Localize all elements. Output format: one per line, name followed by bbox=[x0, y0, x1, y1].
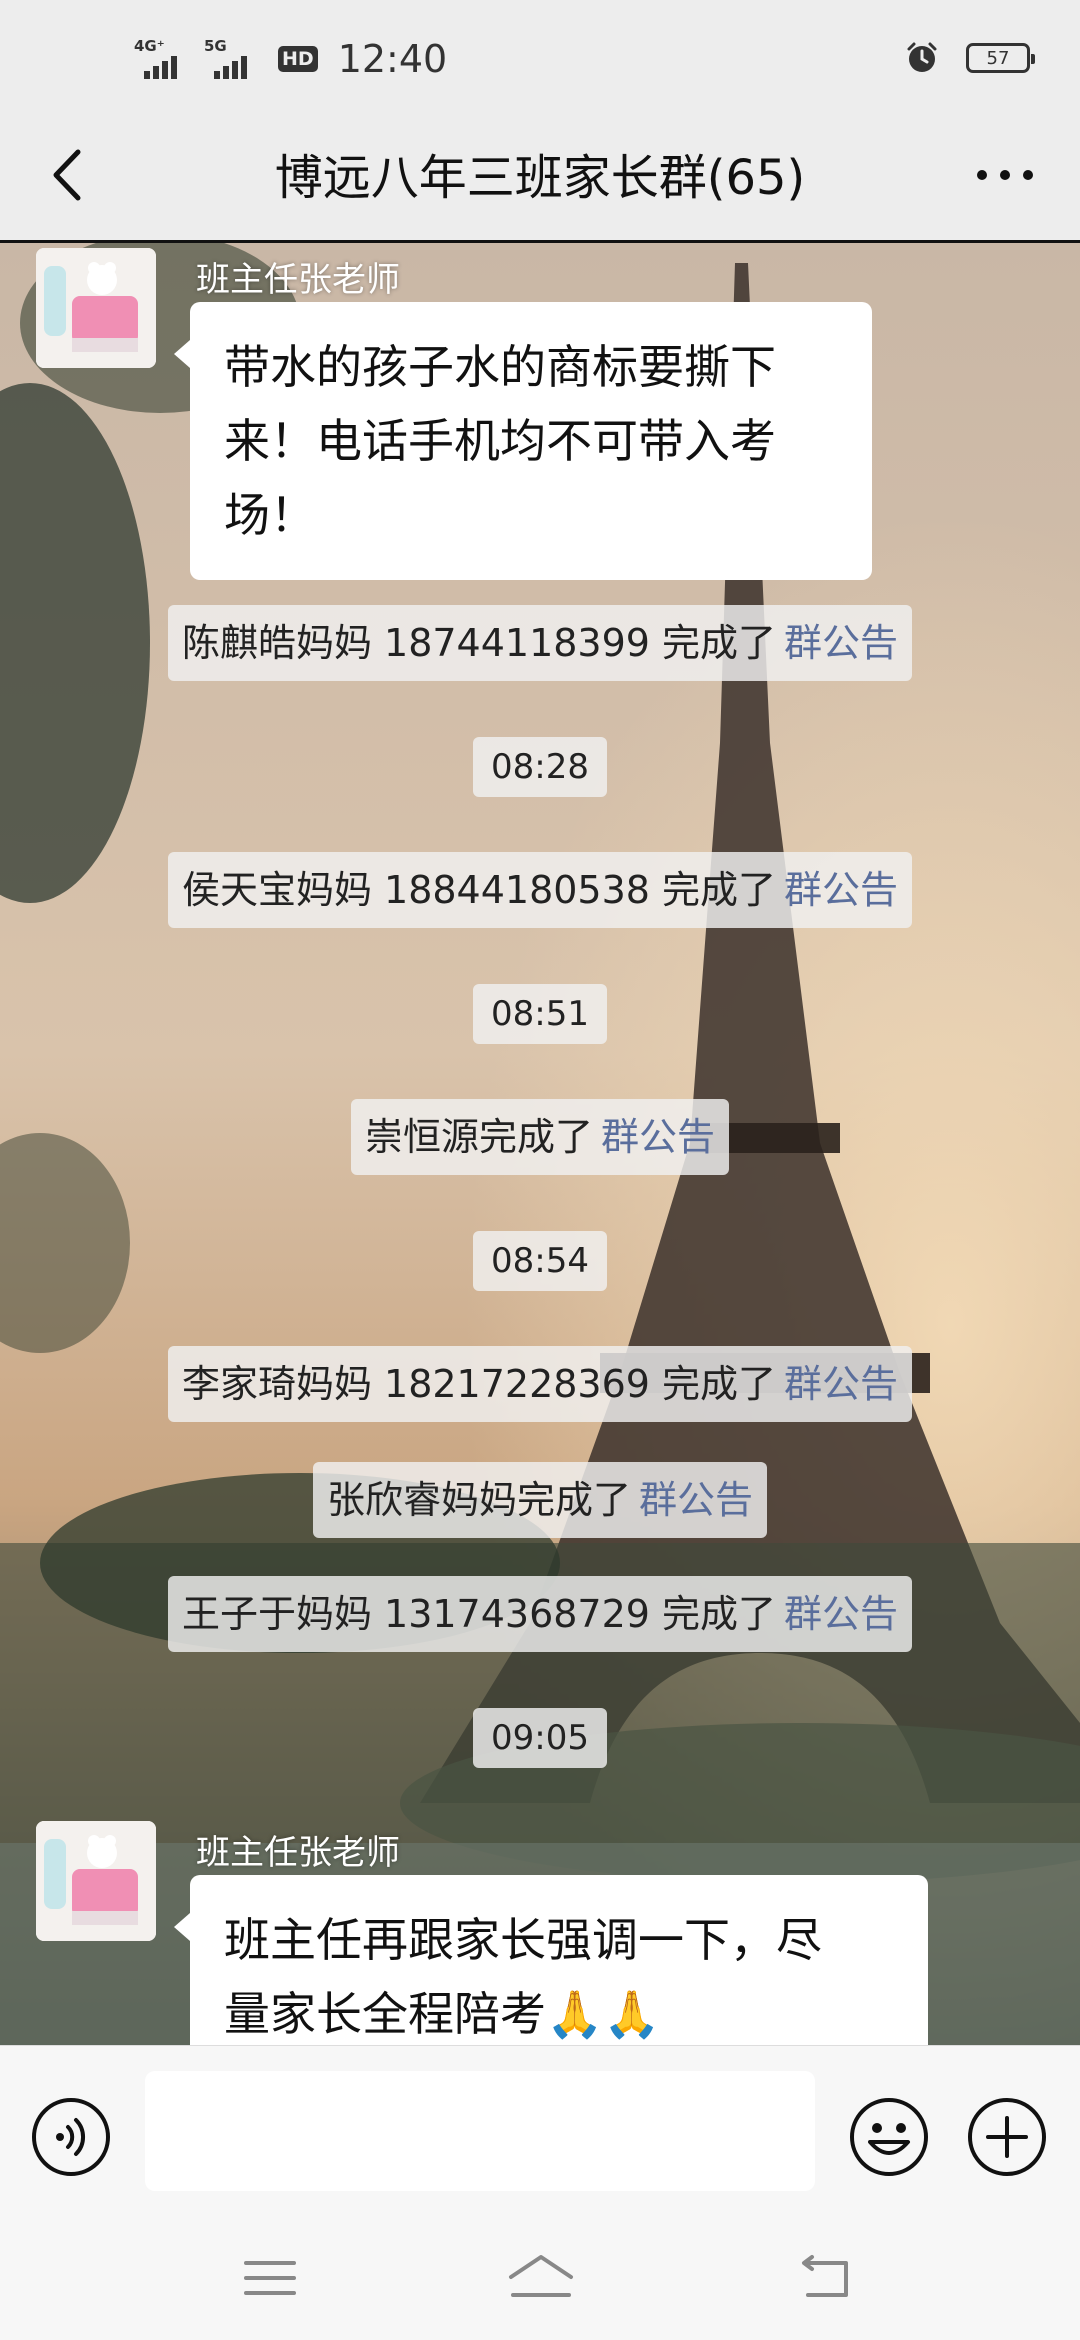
notice-pill: 李家琦妈妈 18217228369 完成了 群公告 bbox=[167, 1346, 913, 1422]
message-line: 来！电话手机均不可带入考 bbox=[224, 414, 776, 468]
notice-pill: 张欣睿妈妈完成了 群公告 bbox=[312, 1462, 768, 1538]
announcement-link[interactable]: 群公告 bbox=[784, 621, 898, 665]
alarm-icon bbox=[907, 42, 937, 72]
message-line: 量家长全程陪考🙏🙏 bbox=[224, 1987, 661, 2041]
avatar[interactable] bbox=[36, 248, 156, 368]
system-notice: 李家琦妈妈 18217228369 完成了 群公告 bbox=[0, 1346, 1080, 1422]
return-icon[interactable] bbox=[796, 2253, 854, 2303]
input-bar bbox=[0, 2045, 1080, 2215]
emoji-icon[interactable] bbox=[848, 2096, 930, 2178]
sender-name: 班主任张老师 bbox=[196, 1833, 400, 1873]
timestamp-pill: 08:54 bbox=[473, 1231, 607, 1291]
announcement-link[interactable]: 群公告 bbox=[639, 1478, 753, 1522]
sender-name: 班主任张老师 bbox=[196, 260, 400, 300]
system-navigation-bar bbox=[0, 2215, 1080, 2340]
status-time: 12:40 bbox=[337, 37, 448, 81]
chat-title: 博远八年三班家长群(65) bbox=[274, 150, 806, 206]
battery-level: 57 bbox=[986, 47, 1010, 69]
notice-text: 张欣睿妈妈完成了 bbox=[326, 1478, 631, 1522]
notice-pill: 侯天宝妈妈 18844180538 完成了 群公告 bbox=[167, 852, 913, 928]
system-notice: 陈麒皓妈妈 18744118399 完成了 群公告 bbox=[0, 605, 1080, 681]
message-bubble[interactable]: 带水的孩子水的商标要撕下 来！电话手机均不可带入考 场！ bbox=[174, 302, 872, 580]
cake-avatar-image bbox=[36, 248, 156, 368]
signal-5g-icon: 5G bbox=[204, 37, 262, 81]
menu-icon[interactable] bbox=[242, 2255, 298, 2301]
voice-icon[interactable] bbox=[30, 2096, 112, 2178]
home-icon[interactable] bbox=[505, 2251, 577, 2303]
timestamp-pill: 08:51 bbox=[473, 984, 607, 1044]
notice-text: 崇恒源完成了 bbox=[364, 1115, 593, 1159]
message-input[interactable] bbox=[145, 2071, 815, 2191]
message-bubble[interactable]: 班主任再跟家长强调一下，尽 量家长全程陪考🙏🙏 bbox=[174, 1875, 928, 2045]
status-right: 57 bbox=[904, 40, 1035, 76]
notice-text: 王子于妈妈 13174368729 完成了 bbox=[181, 1592, 777, 1636]
message-line: 场！ bbox=[224, 488, 316, 542]
notice-pill: 陈麒皓妈妈 18744118399 完成了 群公告 bbox=[167, 605, 913, 681]
timestamp: 09:05 bbox=[0, 1708, 1080, 1768]
message-line: 带水的孩子水的商标要撕下 bbox=[224, 340, 776, 394]
timestamp: 08:51 bbox=[0, 984, 1080, 1044]
battery-indicator: 57 bbox=[966, 43, 1035, 73]
chat-header: 博远八年三班家长群(65) bbox=[0, 110, 1080, 243]
avatar[interactable] bbox=[36, 1821, 156, 1941]
notice-pill: 王子于妈妈 13174368729 完成了 群公告 bbox=[167, 1576, 913, 1652]
network-type-1: 4G⁺ bbox=[134, 37, 165, 55]
status-bar: 4G⁺ 5G HD 12:40 57 bbox=[0, 0, 1080, 110]
announcement-link[interactable]: 群公告 bbox=[784, 1592, 898, 1636]
notice-text: 陈麒皓妈妈 18744118399 完成了 bbox=[181, 621, 777, 665]
notice-text: 侯天宝妈妈 18844180538 完成了 bbox=[181, 868, 777, 912]
hd-voice-icon: HD bbox=[278, 46, 318, 72]
timestamp-pill: 08:28 bbox=[473, 737, 607, 797]
status-left: 4G⁺ 5G HD 12:40 bbox=[134, 34, 447, 84]
message-line: 班主任再跟家长强调一下，尽 bbox=[224, 1913, 822, 1967]
timestamp-pill: 09:05 bbox=[473, 1708, 607, 1768]
timestamp: 08:28 bbox=[0, 737, 1080, 797]
signal-4g-icon: 4G⁺ bbox=[134, 37, 192, 81]
plus-icon[interactable] bbox=[966, 2096, 1048, 2178]
system-notice: 张欣睿妈妈完成了 群公告 bbox=[0, 1462, 1080, 1538]
more-dots-icon[interactable] bbox=[970, 150, 1040, 200]
network-type-2: 5G bbox=[204, 37, 227, 55]
announcement-link[interactable]: 群公告 bbox=[784, 868, 898, 912]
notice-text: 李家琦妈妈 18217228369 完成了 bbox=[181, 1362, 777, 1406]
timestamp: 08:54 bbox=[0, 1231, 1080, 1291]
cake-avatar-image bbox=[36, 1821, 156, 1941]
system-notice: 崇恒源完成了 群公告 bbox=[0, 1099, 1080, 1175]
notice-pill: 崇恒源完成了 群公告 bbox=[350, 1099, 730, 1175]
chat-area[interactable]: 班主任张老师 带水的孩子水的商标要撕下 来！电话手机均不可带入考 场！ 陈麒皓妈… bbox=[0, 243, 1080, 2045]
announcement-link[interactable]: 群公告 bbox=[601, 1115, 715, 1159]
system-notice: 侯天宝妈妈 18844180538 完成了 群公告 bbox=[0, 852, 1080, 928]
announcement-link[interactable]: 群公告 bbox=[784, 1362, 898, 1406]
system-notice: 王子于妈妈 13174368729 完成了 群公告 bbox=[0, 1576, 1080, 1652]
